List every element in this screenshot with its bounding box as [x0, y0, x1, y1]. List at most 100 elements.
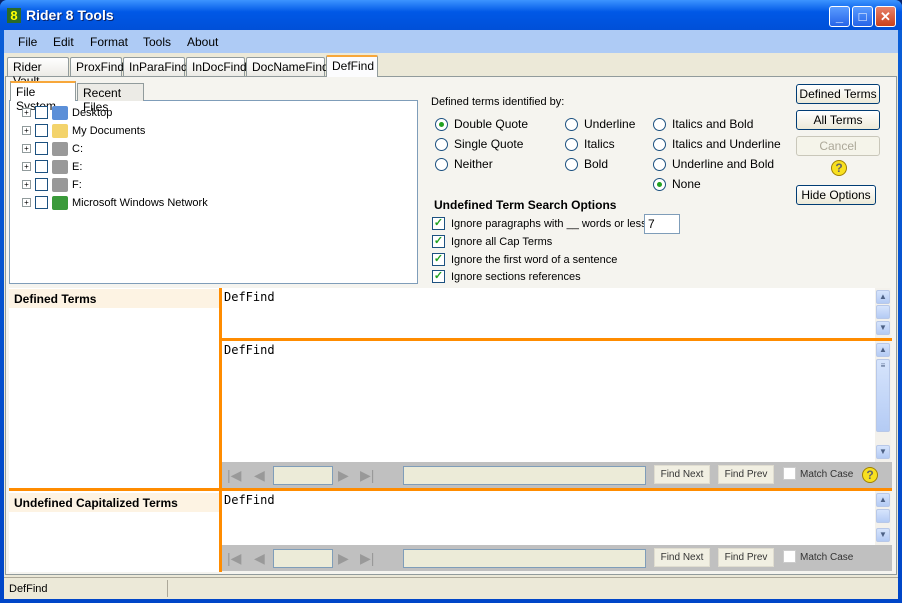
find-next-button[interactable]: Find Next — [654, 548, 710, 567]
radio-button[interactable] — [653, 117, 666, 131]
radio-option[interactable]: None — [653, 177, 701, 191]
all-terms-button[interactable]: All Terms — [796, 110, 880, 130]
find-prev-button[interactable]: Find Prev — [718, 465, 774, 484]
find-next-button[interactable]: Find Next — [654, 465, 710, 484]
cancel-button[interactable]: Cancel — [796, 136, 880, 156]
radio-button[interactable] — [435, 157, 448, 171]
scrollbar[interactable]: ▲ ▼ — [875, 491, 891, 545]
status-text: DefFind — [9, 583, 48, 595]
prev-icon[interactable]: ◀ — [254, 550, 265, 567]
subtab-recent-files[interactable]: Recent Files — [77, 83, 144, 114]
expand-icon[interactable]: + — [22, 180, 31, 189]
match-case-checkbox[interactable] — [783, 550, 796, 563]
checkbox[interactable]: ✓ — [432, 217, 445, 230]
tab-inparafind[interactable]: InParaFind — [123, 57, 188, 76]
tree-checkbox[interactable] — [35, 178, 48, 191]
radio-option[interactable]: Double Quote — [435, 117, 528, 131]
help-icon[interactable]: ? — [831, 160, 847, 176]
word-count-input[interactable] — [644, 214, 680, 234]
tree-checkbox[interactable] — [35, 160, 48, 173]
document-text-box[interactable]: DefFind — [222, 341, 875, 462]
radio-button[interactable] — [435, 137, 448, 151]
first-icon[interactable]: |◀ — [227, 550, 241, 567]
menu-format[interactable]: Format — [90, 35, 128, 49]
radio-button[interactable] — [435, 117, 448, 131]
scrollbar[interactable]: ▲ ▼ — [875, 288, 891, 338]
undefined-options-heading: Undefined Term Search Options — [434, 198, 617, 212]
tree-checkbox[interactable] — [35, 196, 48, 209]
prev-icon[interactable]: ◀ — [254, 467, 265, 484]
close-button[interactable]: ✕ — [875, 6, 896, 27]
menu-edit[interactable]: Edit — [53, 35, 74, 49]
tab-docnamefind[interactable]: DocNameFind — [246, 57, 329, 76]
checkbox[interactable]: ✓ — [432, 235, 445, 248]
checkbox[interactable]: ✓ — [432, 253, 445, 266]
radio-button[interactable] — [565, 157, 578, 171]
radio-option[interactable]: Italics — [565, 137, 615, 151]
tree-item[interactable]: + E: — [22, 158, 82, 175]
scrollbar[interactable]: ▲ ≡ ▼ — [875, 341, 891, 462]
radio-button[interactable] — [653, 157, 666, 171]
match-case-label: Match Case — [800, 469, 854, 480]
drive-icon — [52, 159, 68, 174]
first-icon[interactable]: |◀ — [227, 467, 241, 484]
expand-icon[interactable]: + — [22, 144, 31, 153]
radio-option[interactable]: Italics and Underline — [653, 137, 781, 151]
page-input[interactable] — [273, 549, 333, 568]
defined-terms-box[interactable]: DefFind — [222, 288, 875, 338]
match-case-checkbox[interactable] — [783, 467, 796, 480]
page-input[interactable] — [273, 466, 333, 485]
defined-terms-button[interactable]: Defined Terms — [796, 84, 880, 104]
menu-tools[interactable]: Tools — [143, 35, 171, 49]
help-icon[interactable]: ? — [862, 467, 878, 483]
minimize-button[interactable]: _ — [829, 6, 850, 27]
tree-item[interactable]: + C: — [22, 140, 83, 157]
menu-about[interactable]: About — [187, 35, 218, 49]
subtab-file-system[interactable]: File System — [10, 81, 76, 113]
tree-item[interactable]: + F: — [22, 176, 82, 193]
tab-deffind[interactable]: DefFind — [326, 55, 378, 77]
expand-icon[interactable]: + — [22, 162, 31, 171]
checkbox[interactable]: ✓ — [432, 270, 445, 283]
expand-icon[interactable]: + — [22, 108, 31, 117]
find-prev-button[interactable]: Find Prev — [718, 548, 774, 567]
radio-option[interactable]: Single Quote — [435, 137, 523, 151]
radio-option[interactable]: Neither — [435, 157, 493, 171]
next-icon[interactable]: ▶ — [338, 467, 349, 484]
tree-item-label: Desktop — [72, 106, 113, 119]
tab-rider-vault[interactable]: Rider Vault — [7, 57, 69, 88]
tree-item[interactable]: + Desktop — [22, 104, 112, 121]
next-icon[interactable]: ▶ — [338, 550, 349, 567]
find-input[interactable] — [403, 466, 646, 485]
expand-icon[interactable]: + — [22, 198, 31, 207]
expand-icon[interactable]: + — [22, 126, 31, 135]
option-checkbox[interactable]: ✓ Ignore the first word of a sentence — [432, 253, 617, 266]
desktop-icon — [52, 105, 68, 120]
option-checkbox[interactable]: ✓ Ignore sections references — [432, 270, 581, 283]
radio-button[interactable] — [565, 137, 578, 151]
hide-options-button[interactable]: Hide Options — [796, 185, 876, 205]
option-checkbox[interactable]: ✓ Ignore paragraphs with __ words or less — [432, 217, 647, 230]
last-icon[interactable]: ▶| — [360, 467, 374, 484]
tab-proxfind[interactable]: ProxFind — [70, 57, 124, 76]
radio-button[interactable] — [653, 177, 666, 191]
tree-checkbox[interactable] — [35, 142, 48, 155]
option-checkbox[interactable]: ✓ Ignore all Cap Terms — [432, 235, 552, 248]
radio-option[interactable]: Underline and Bold — [653, 157, 774, 171]
radio-option[interactable]: Bold — [565, 157, 608, 171]
undefined-terms-box[interactable]: DefFind — [222, 491, 875, 545]
radio-option[interactable]: Italics and Bold — [653, 117, 753, 131]
radio-button[interactable] — [565, 117, 578, 131]
tree-item[interactable]: + My Documents — [22, 122, 145, 139]
radio-button[interactable] — [653, 137, 666, 151]
find-input[interactable] — [403, 549, 646, 568]
tab-indocfind[interactable]: InDocFind — [186, 57, 247, 76]
last-icon[interactable]: ▶| — [360, 550, 374, 567]
tree-checkbox[interactable] — [35, 124, 48, 137]
menu-file[interactable]: File — [18, 35, 37, 49]
tree-item[interactable]: + Microsoft Windows Network — [22, 194, 208, 211]
tree-checkbox[interactable] — [35, 106, 48, 119]
maximize-button[interactable]: □ — [852, 6, 873, 27]
tree-item-label: My Documents — [72, 124, 146, 137]
radio-option[interactable]: Underline — [565, 117, 635, 131]
